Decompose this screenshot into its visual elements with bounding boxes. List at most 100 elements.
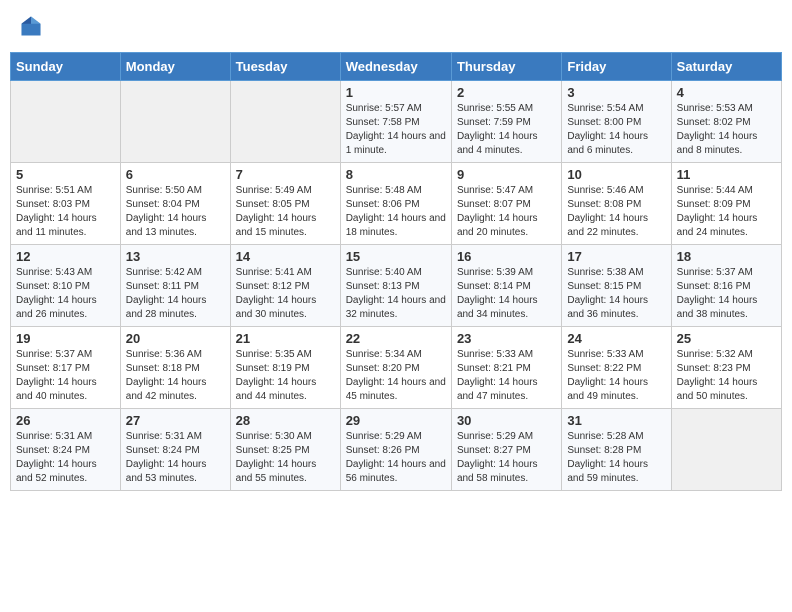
- day-number: 5: [16, 167, 115, 182]
- calendar-cell: 31 Sunrise: 5:28 AM Sunset: 8:28 PM Dayli…: [562, 409, 671, 491]
- calendar-cell: 6Sunrise: 5:50 AM Sunset: 8:04 PM Daylig…: [120, 163, 230, 245]
- column-header-tuesday: Tuesday: [230, 53, 340, 81]
- calendar-cell: 3 Sunrise: 5:54 AM Sunset: 8:00 PM Daylig…: [562, 81, 671, 163]
- day-number: 8: [346, 167, 446, 182]
- day-number: 30: [457, 413, 556, 428]
- day-number: 2: [457, 85, 556, 100]
- calendar-cell: 23 Sunrise: 5:33 AM Sunset: 8:21 PM Dayli…: [451, 327, 561, 409]
- calendar-cell: 4 Sunrise: 5:53 AM Sunset: 8:02 PM Daylig…: [671, 81, 781, 163]
- day-info: Sunrise: 5:28 AM Sunset: 8:28 PM Dayligh…: [567, 430, 665, 486]
- day-info: Sunrise: 5:38 AM Sunset: 8:15 PM Dayligh…: [567, 266, 665, 322]
- calendar-cell: 19 Sunrise: 5:37 AM Sunset: 8:17 PM Dayli…: [11, 327, 121, 409]
- day-info: Sunrise: 5:46 AM Sunset: 8:08 PM Dayligh…: [567, 184, 665, 240]
- day-number: 21: [236, 331, 335, 346]
- calendar-cell: 22 Sunrise: 5:34 AM Sunset: 8:20 PM Dayli…: [340, 327, 451, 409]
- calendar-cell: 7 Sunrise: 5:49 AM Sunset: 8:05 PM Daylig…: [230, 163, 340, 245]
- day-info: Sunrise: 5:37 AM Sunset: 8:17 PM Dayligh…: [16, 348, 115, 404]
- calendar-cell: 12 Sunrise: 5:43 AM Sunset: 8:10 PM Dayli…: [11, 245, 121, 327]
- calendar-cell: [230, 81, 340, 163]
- day-info: Sunrise: 5:43 AM Sunset: 8:10 PM Dayligh…: [16, 266, 115, 322]
- day-info: Sunrise: 5:51 AM Sunset: 8:03 PM Dayligh…: [16, 184, 115, 240]
- day-number: 19: [16, 331, 115, 346]
- day-number: 14: [236, 249, 335, 264]
- calendar-cell: 13Sunrise: 5:42 AM Sunset: 8:11 PM Dayli…: [120, 245, 230, 327]
- calendar-cell: [671, 409, 781, 491]
- day-info: Sunrise: 5:49 AM Sunset: 8:05 PM Dayligh…: [236, 184, 335, 240]
- page-header: [10, 10, 782, 42]
- logo: [20, 15, 46, 37]
- day-number: 12: [16, 249, 115, 264]
- day-info: Sunrise: 5:31 AM Sunset: 8:24 PM Dayligh…: [16, 430, 115, 486]
- calendar-cell: 5 Sunrise: 5:51 AM Sunset: 8:03 PM Daylig…: [11, 163, 121, 245]
- calendar-cell: 10 Sunrise: 5:46 AM Sunset: 8:08 PM Dayli…: [562, 163, 671, 245]
- day-info: Sunrise: 5:34 AM Sunset: 8:20 PM Dayligh…: [346, 348, 446, 404]
- calendar-cell: [120, 81, 230, 163]
- day-number: 23: [457, 331, 556, 346]
- calendar-cell: 20 Sunrise: 5:36 AM Sunset: 8:18 PM Dayli…: [120, 327, 230, 409]
- day-number: 24: [567, 331, 665, 346]
- calendar-cell: 21 Sunrise: 5:35 AM Sunset: 8:19 PM Dayli…: [230, 327, 340, 409]
- day-number: 25: [677, 331, 776, 346]
- calendar-cell: 30 Sunrise: 5:29 AM Sunset: 8:27 PM Dayli…: [451, 409, 561, 491]
- day-info: Sunrise: 5:57 AM Sunset: 7:58 PM Dayligh…: [346, 102, 446, 158]
- day-number: 11: [677, 167, 776, 182]
- day-info: Sunrise: 5:32 AM Sunset: 8:23 PM Dayligh…: [677, 348, 776, 404]
- day-info: Sunrise: 5:53 AM Sunset: 8:02 PM Dayligh…: [677, 102, 776, 158]
- column-header-monday: Monday: [120, 53, 230, 81]
- day-number: 4: [677, 85, 776, 100]
- day-number: 31: [567, 413, 665, 428]
- day-info: Sunrise: 5:48 AM Sunset: 8:06 PM Dayligh…: [346, 184, 446, 240]
- logo-icon: [20, 15, 42, 37]
- column-header-saturday: Saturday: [671, 53, 781, 81]
- calendar-table: SundayMondayTuesdayWednesdayThursdayFrid…: [10, 52, 782, 491]
- day-info: Sunrise: 5:47 AM Sunset: 8:07 PM Dayligh…: [457, 184, 556, 240]
- calendar-cell: 9Sunrise: 5:47 AM Sunset: 8:07 PM Daylig…: [451, 163, 561, 245]
- calendar-week-row: 26 Sunrise: 5:31 AM Sunset: 8:24 PM Dayli…: [11, 409, 782, 491]
- day-number: 16: [457, 249, 556, 264]
- day-number: 27: [126, 413, 225, 428]
- day-number: 3: [567, 85, 665, 100]
- calendar-cell: 11 Sunrise: 5:44 AM Sunset: 8:09 PM Dayli…: [671, 163, 781, 245]
- day-number: 26: [16, 413, 115, 428]
- day-info: Sunrise: 5:30 AM Sunset: 8:25 PM Dayligh…: [236, 430, 335, 486]
- day-number: 18: [677, 249, 776, 264]
- day-number: 17: [567, 249, 665, 264]
- calendar-cell: 25 Sunrise: 5:32 AM Sunset: 8:23 PM Dayli…: [671, 327, 781, 409]
- day-number: 6: [126, 167, 225, 182]
- calendar-week-row: 1Sunrise: 5:57 AM Sunset: 7:58 PM Daylig…: [11, 81, 782, 163]
- day-info: Sunrise: 5:33 AM Sunset: 8:22 PM Dayligh…: [567, 348, 665, 404]
- calendar-cell: 16Sunrise: 5:39 AM Sunset: 8:14 PM Dayli…: [451, 245, 561, 327]
- day-info: Sunrise: 5:29 AM Sunset: 8:26 PM Dayligh…: [346, 430, 446, 486]
- day-number: 22: [346, 331, 446, 346]
- day-number: 28: [236, 413, 335, 428]
- day-number: 13: [126, 249, 225, 264]
- day-info: Sunrise: 5:54 AM Sunset: 8:00 PM Dayligh…: [567, 102, 665, 158]
- day-info: Sunrise: 5:44 AM Sunset: 8:09 PM Dayligh…: [677, 184, 776, 240]
- day-number: 10: [567, 167, 665, 182]
- column-header-friday: Friday: [562, 53, 671, 81]
- day-info: Sunrise: 5:36 AM Sunset: 8:18 PM Dayligh…: [126, 348, 225, 404]
- day-number: 20: [126, 331, 225, 346]
- calendar-week-row: 19 Sunrise: 5:37 AM Sunset: 8:17 PM Dayli…: [11, 327, 782, 409]
- day-info: Sunrise: 5:41 AM Sunset: 8:12 PM Dayligh…: [236, 266, 335, 322]
- calendar-header-row: SundayMondayTuesdayWednesdayThursdayFrid…: [11, 53, 782, 81]
- day-info: Sunrise: 5:35 AM Sunset: 8:19 PM Dayligh…: [236, 348, 335, 404]
- calendar-week-row: 5 Sunrise: 5:51 AM Sunset: 8:03 PM Daylig…: [11, 163, 782, 245]
- day-info: Sunrise: 5:33 AM Sunset: 8:21 PM Dayligh…: [457, 348, 556, 404]
- calendar-cell: 28 Sunrise: 5:30 AM Sunset: 8:25 PM Dayli…: [230, 409, 340, 491]
- calendar-cell: 27Sunrise: 5:31 AM Sunset: 8:24 PM Dayli…: [120, 409, 230, 491]
- calendar-cell: 29Sunrise: 5:29 AM Sunset: 8:26 PM Dayli…: [340, 409, 451, 491]
- day-info: Sunrise: 5:29 AM Sunset: 8:27 PM Dayligh…: [457, 430, 556, 486]
- calendar-cell: 2Sunrise: 5:55 AM Sunset: 7:59 PM Daylig…: [451, 81, 561, 163]
- day-number: 15: [346, 249, 446, 264]
- calendar-cell: 18 Sunrise: 5:37 AM Sunset: 8:16 PM Dayli…: [671, 245, 781, 327]
- column-header-thursday: Thursday: [451, 53, 561, 81]
- day-info: Sunrise: 5:37 AM Sunset: 8:16 PM Dayligh…: [677, 266, 776, 322]
- calendar-cell: 14 Sunrise: 5:41 AM Sunset: 8:12 PM Dayli…: [230, 245, 340, 327]
- calendar-cell: [11, 81, 121, 163]
- calendar-week-row: 12 Sunrise: 5:43 AM Sunset: 8:10 PM Dayli…: [11, 245, 782, 327]
- calendar-cell: 26 Sunrise: 5:31 AM Sunset: 8:24 PM Dayli…: [11, 409, 121, 491]
- column-header-sunday: Sunday: [11, 53, 121, 81]
- day-number: 7: [236, 167, 335, 182]
- calendar-cell: 1Sunrise: 5:57 AM Sunset: 7:58 PM Daylig…: [340, 81, 451, 163]
